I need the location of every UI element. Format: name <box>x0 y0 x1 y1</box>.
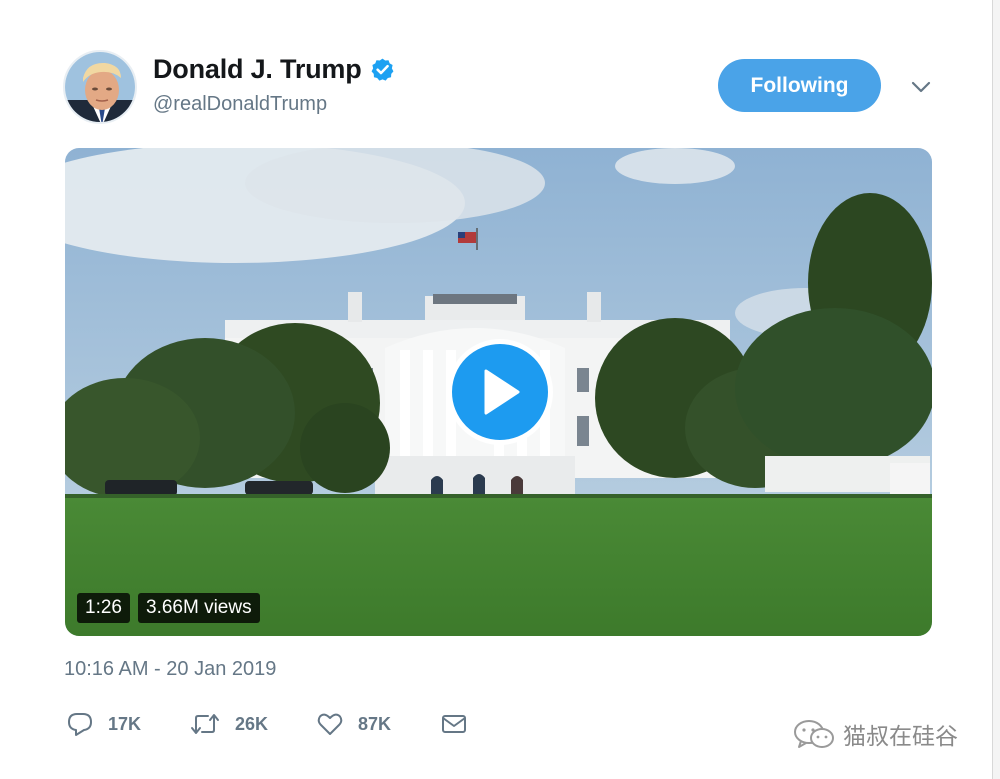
direct-message-button[interactable] <box>440 708 468 740</box>
direct-message-icon <box>442 715 466 733</box>
like-icon <box>317 713 343 735</box>
reply-button[interactable]: 17K <box>66 708 141 740</box>
background-window-edge <box>992 0 1000 779</box>
play-icon[interactable] <box>447 339 553 445</box>
video-duration: 1:26 <box>77 593 130 623</box>
video-view-count: 3.66M views <box>138 593 260 623</box>
author-name[interactable]: Donald J. Trump <box>153 54 362 85</box>
reply-icon <box>68 713 92 736</box>
tweet-card: Donald J. Trump @realDonaldTrump Followi… <box>0 0 993 779</box>
reply-count: 17K <box>108 713 142 734</box>
tweet-timestamp[interactable]: 10:16 AM - 20 Jan 2019 <box>64 658 276 681</box>
watermark-text: 猫叔在硅谷 <box>843 723 958 749</box>
verified-badge-icon <box>370 57 395 82</box>
video-player[interactable]: 1:26 3.66M views <box>65 148 932 636</box>
chevron-down-icon[interactable] <box>908 74 934 100</box>
retweet-icon <box>191 714 219 734</box>
following-button[interactable]: Following <box>718 59 881 112</box>
avatar[interactable] <box>63 50 137 124</box>
wechat-icon <box>794 720 834 748</box>
watermark: 猫叔在硅谷 <box>793 717 958 751</box>
like-count: 87K <box>358 713 392 734</box>
retweet-count: 26K <box>235 713 269 734</box>
retweet-button[interactable]: 26K <box>189 708 268 740</box>
like-button[interactable]: 87K <box>316 708 391 740</box>
author-handle[interactable]: @realDonaldTrump <box>153 93 327 116</box>
author-name-row[interactable]: Donald J. Trump <box>153 54 395 85</box>
